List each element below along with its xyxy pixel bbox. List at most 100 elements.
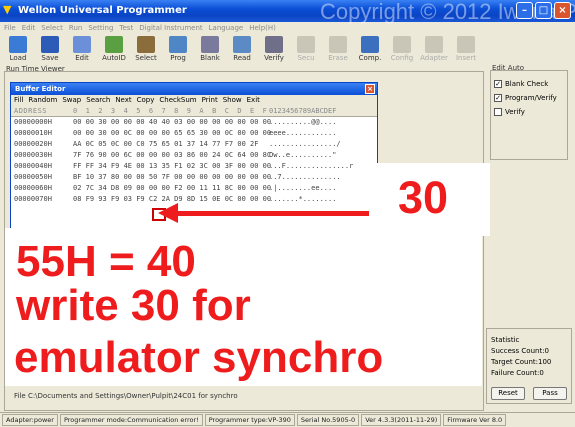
title-bar: ▼ Wellon Universal Programmer Copyright … [0,0,575,24]
adapter-button[interactable]: Adapter [418,35,450,65]
annotation-line-2: write 30 for [16,281,251,330]
verify-button[interactable]: Verify [258,35,290,65]
edit-icon [73,36,91,53]
row-hex-bytes[interactable]: 00 00 30 00 0C 00 00 00 65 65 30 00 0C 0… [73,128,271,139]
buffer-menu-checksum[interactable]: CheckSum [159,95,196,106]
toolbar-label: Edit [75,54,89,62]
option-verify[interactable]: Verify [491,105,567,119]
row-hex-bytes[interactable]: BF 10 37 80 00 00 50 7F 00 00 00 00 00 0… [73,172,271,183]
table-row: 00000040H FF FF 34 F9 4E 00 13 35 F1 02 3… [11,161,377,172]
erase-icon [329,36,347,53]
blank-button[interactable]: Blank [194,35,226,65]
row-address: 00000030H [14,151,52,159]
row-address: 00000020H [14,140,52,148]
blank-icon [201,36,219,53]
pass-button[interactable]: Pass [533,387,567,400]
menu-digital-instrument[interactable]: Digital Instrument [139,22,202,34]
hex-rows: 00000000H 00 00 30 00 00 00 40 40 03 00 0… [11,117,377,205]
menu-edit[interactable]: Edit [22,22,36,34]
menu-run[interactable]: Run [69,22,82,34]
row-address: 00000050H [14,173,52,181]
save-button[interactable]: Save [34,35,66,65]
toolbar-label: Read [233,54,251,62]
buffer-menu-print[interactable]: Print [202,95,218,106]
select-icon [137,36,155,53]
toolbar-label: Config [390,54,414,62]
minimize-button[interactable]: – [516,2,533,19]
prog-button[interactable]: Prog [162,35,194,65]
buffer-menu-exit[interactable]: Exit [247,95,260,106]
close-button[interactable]: × [554,2,571,19]
erase-button[interactable]: Erase [322,35,354,65]
buffer-menu-copy[interactable]: Copy [137,95,155,106]
buffer-menu-show[interactable]: Show [223,95,242,106]
buffer-menu-random[interactable]: Random [28,95,57,106]
annotation-line-1: 55H = 40 [16,237,196,286]
statistic-title: Statistic [491,336,520,344]
autoid-button[interactable]: AutoID [98,35,130,65]
row-ascii: ..7.............. [269,173,341,181]
edit-button[interactable]: Edit [66,35,98,65]
app-logo-icon: ▼ [3,3,12,16]
insert-button[interactable]: Insert [450,35,482,65]
address-column-header: ADDRESS [14,107,48,115]
status-segment: Adapter:power [2,414,58,426]
buffer-editor-title: Buffer Editor [15,85,66,93]
statistic-group: Statistic Success Count:0 Target Count:1… [486,328,572,404]
buffer-menu-next[interactable]: Next [115,95,131,106]
adapter-icon [425,36,443,53]
row-hex-bytes[interactable]: AA 0C 05 0C 00 C0 75 65 01 37 14 77 F7 0… [73,139,269,150]
prog-icon [169,36,187,53]
row-ascii: Ow..e.........." [269,151,337,159]
config-button[interactable]: Config [386,35,418,65]
secu-button[interactable]: Secu [290,35,322,65]
verify-icon [265,36,283,53]
read-icon [233,36,251,53]
table-row: 00000030H 7F 76 90 00 6C 00 00 00 03 86 0… [11,150,377,161]
success-count: Success Count:0 [491,347,550,355]
load-button[interactable]: Load [2,35,34,65]
select-button[interactable]: Select [130,35,162,65]
read-button[interactable]: Read [226,35,258,65]
buffer-menu-swap[interactable]: Swap [62,95,81,106]
menu-test[interactable]: Test [119,22,133,34]
option-label: Verify [505,108,525,116]
program-verify-checkbox[interactable]: ✓ [494,94,502,102]
row-hex-bytes[interactable]: 02 7C 34 D8 09 00 00 00 F2 00 11 11 8C 0… [73,183,271,194]
option-label: Blank Check [505,80,549,88]
menu-bar: File Edit Select Run Setting Test Digital Inst… [0,22,575,34]
toolbar-label: Blank [200,54,220,62]
toolbar-label: Select [135,54,157,62]
option-blank-check[interactable]: ✓ Blank Check [491,77,567,91]
row-hex-bytes[interactable]: 00 00 30 00 00 00 40 40 03 00 00 00 00 0… [73,117,271,128]
status-segment: Serial No.5905-0 [296,414,360,426]
reset-button[interactable]: Reset [491,387,525,400]
hex-column-header: 0 1 2 3 4 5 6 7 8 9 A B C D E F [73,107,267,115]
buffer-editor-close-icon[interactable]: × [365,84,375,94]
menu-select[interactable]: Select [41,22,63,34]
status-segment: Programmer mode:Communication error! [59,414,203,426]
file-path: File C:\Documents and Settings\Owner\Pul… [14,392,238,400]
menu-language[interactable]: Language [209,22,244,34]
menu-help-h[interactable]: Help(H) [249,22,276,34]
row-hex-bytes[interactable]: 7F 76 90 00 6C 00 00 00 03 86 00 24 0C 6… [73,150,271,161]
table-row: 00000000H 00 00 30 00 00 00 40 40 03 00 0… [11,117,377,128]
option-program-verify[interactable]: ✓ Program/Verify [491,91,567,105]
verify-checkbox[interactable] [494,108,502,116]
programmer-window: ▼ Wellon Universal Programmer Copyright … [0,0,575,427]
annotation-line-3: emulator synchro [14,333,384,382]
menu-file[interactable]: File [4,22,16,34]
row-hex-bytes[interactable]: FF FF 34 F9 4E 00 13 35 F1 02 3C 00 3F 0… [73,161,271,172]
buffer-menu-search[interactable]: Search [86,95,110,106]
toolbar: Load Save Edit AutoID Select Prog Blank Read Ver… [0,35,575,65]
buffer-menu-fill[interactable]: Fill [14,95,23,106]
save-icon [41,36,59,53]
toolbar-label: Save [41,54,59,62]
table-row: 00000060H 02 7C 34 D8 09 00 00 00 F2 00 1… [11,183,377,194]
menu-setting[interactable]: Setting [88,22,113,34]
blank-check-checkbox[interactable]: ✓ [494,80,502,88]
failure-count: Failure Count:0 [491,369,544,377]
toolbar-label: Prog [170,54,186,62]
comp-button[interactable]: Comp. [354,35,386,65]
maximize-button[interactable]: □ [535,2,552,19]
